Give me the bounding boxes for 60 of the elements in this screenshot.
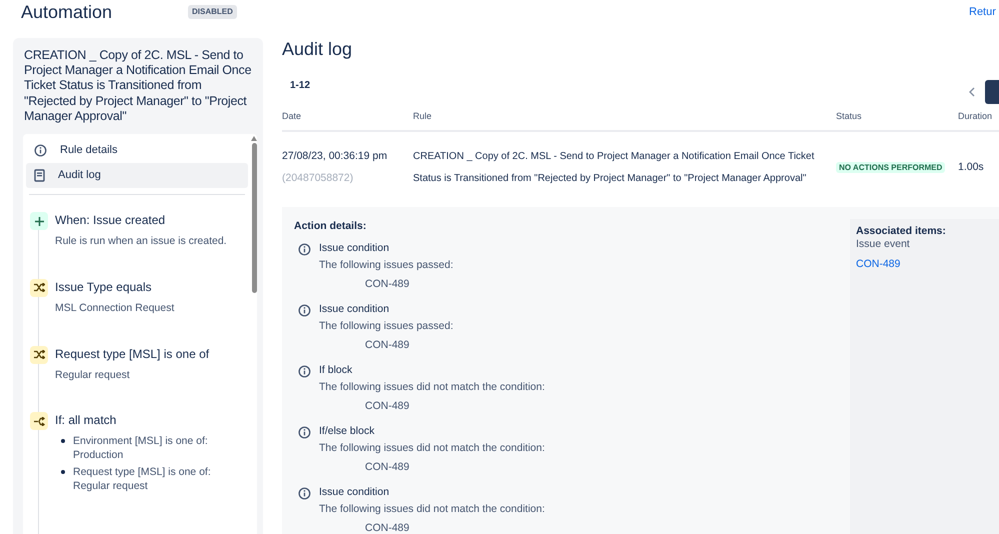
- associated-subtitle: Issue event: [856, 238, 911, 250]
- execution-id: (20487058872): [282, 170, 354, 186]
- previous-page-icon[interactable]: [969, 87, 975, 97]
- info-icon: [298, 426, 311, 440]
- result-range: 1-12: [289, 78, 310, 92]
- action-message: The following issues passed:: [319, 259, 454, 272]
- step-title[interactable]: Issue Type equals: [55, 280, 174, 295]
- section-title: Audit log: [282, 38, 354, 60]
- info-icon: [298, 304, 311, 318]
- step-condition: Environment [MSL] is one of: Production: [73, 434, 209, 462]
- action-message: The following issues passed:: [319, 320, 454, 334]
- status-lozenge: NO ACTIONS PERFORMED: [836, 162, 946, 173]
- info-icon: [298, 243, 311, 256]
- column-header: Duration: [958, 110, 994, 123]
- shuffle-icon: [30, 346, 48, 364]
- action-message: The following issues did not match the condition:: [319, 381, 545, 394]
- info-icon: [298, 487, 311, 500]
- page-title: Automation: [21, 1, 114, 23]
- table-cell-text: 27/08/23, 00:36:19 pm: [282, 148, 388, 164]
- action-name: Issue condition: [319, 303, 390, 316]
- issue-key: CON-489: [365, 278, 454, 292]
- table-cell-text: 1.00s: [958, 160, 985, 175]
- step-title[interactable]: Request type [MSL] is one of: [55, 346, 210, 362]
- document-icon: [34, 169, 45, 182]
- branch-icon: [30, 412, 48, 430]
- issue-key: CON-489: [365, 522, 545, 534]
- sidebar-nav-item[interactable]: Audit log: [26, 163, 248, 188]
- plus-icon: [30, 212, 48, 230]
- return-link[interactable]: Retur: [969, 4, 999, 20]
- action-name: If/else block: [319, 425, 376, 438]
- rule-title: CREATION _ Copy of 2C. MSL - Send to Project Manager a Notification Email Once Ticket Status is Transitioned from "Rejected by Project Manager" to "Project Manager Approval": [23, 48, 252, 124]
- column-header: Rule: [413, 110, 433, 123]
- action-name: Issue condition: [319, 242, 390, 256]
- info-icon: [298, 365, 311, 378]
- action-message: The following issues did not match the condition:: [319, 442, 545, 456]
- step-title[interactable]: If: all match: [55, 413, 248, 428]
- table-cell-text: CREATION _ Copy of 2C. MSL - Send to Project Manager a Notification Email Once Ticket Status is Transitioned from "Rejected by Project Manager" to "Project Manager Approval": [413, 150, 816, 186]
- step-condition: Request type [MSL] is one of: Regular request: [73, 465, 212, 494]
- step-title[interactable]: When: Issue created: [55, 213, 227, 228]
- action-name: Issue condition: [319, 486, 390, 500]
- info-icon: [34, 144, 47, 158]
- status-badge: DISABLED: [188, 5, 237, 19]
- issue-key: CON-489: [365, 461, 545, 474]
- issue-link[interactable]: CON-489: [856, 256, 900, 272]
- action-message: The following issues did not match the condition:: [319, 503, 545, 516]
- step-description: MSL Connection Request: [55, 300, 174, 316]
- column-header: Status: [836, 110, 863, 123]
- scrollbar-thumb[interactable]: [252, 143, 256, 294]
- details-title: Action details:: [294, 218, 368, 234]
- bullet-icon: [61, 470, 65, 474]
- associated-title: Associated items:: [856, 224, 947, 238]
- column-header: Date: [282, 110, 302, 123]
- sidebar-nav-item[interactable]: Rule details: [26, 138, 248, 164]
- action-name: If block: [319, 364, 354, 378]
- shuffle-icon: [30, 278, 48, 297]
- bullet-icon: [61, 439, 65, 444]
- step-description: Regular request: [55, 368, 131, 383]
- step-description: Rule is run when an issue is created.: [55, 234, 227, 250]
- issue-key: CON-489: [365, 339, 454, 352]
- issue-key: CON-489: [365, 400, 545, 414]
